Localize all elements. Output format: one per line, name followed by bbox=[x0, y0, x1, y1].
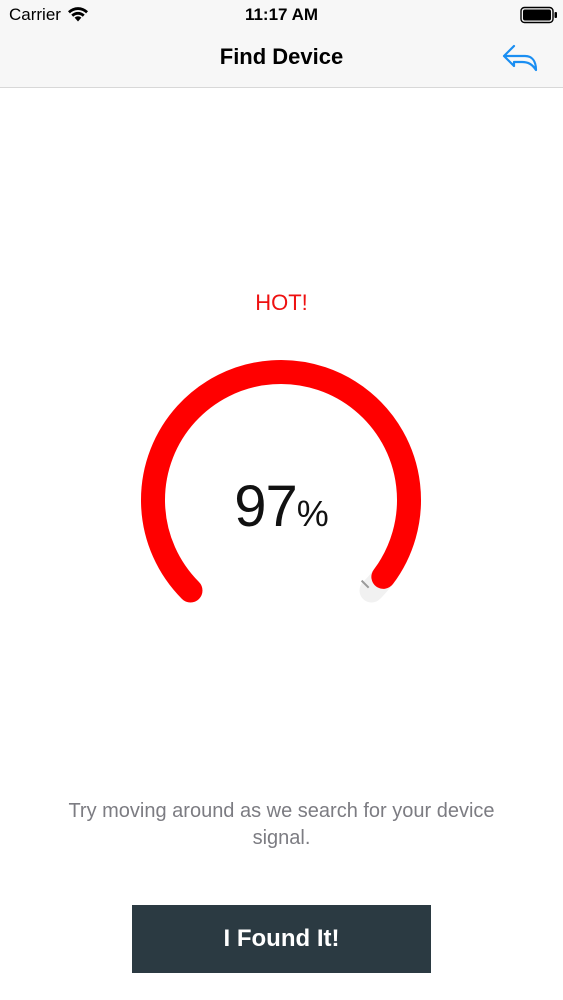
battery-icon bbox=[520, 6, 557, 24]
back-button[interactable] bbox=[494, 40, 546, 76]
status-time: 11:17 AM bbox=[244, 5, 319, 24]
percent-sign: % bbox=[296, 493, 329, 534]
signal-status-label: HOT! bbox=[255, 290, 308, 315]
percent-value: 97 bbox=[234, 474, 298, 539]
search-hint: Try moving around as we search for your … bbox=[68, 800, 495, 849]
page-title: Find Device bbox=[219, 44, 344, 69]
find-device-screen: Carrier 11:17 AM Find Device HOT! 97% Tr… bbox=[0, 0, 563, 1000]
reply-arrow-icon bbox=[502, 44, 538, 72]
signal-percent: 97% bbox=[0, 473, 563, 540]
found-it-button[interactable]: I Found It! bbox=[132, 905, 431, 973]
navigation-bar: Find Device bbox=[0, 30, 563, 88]
status-bar: Carrier 11:17 AM bbox=[0, 0, 563, 30]
